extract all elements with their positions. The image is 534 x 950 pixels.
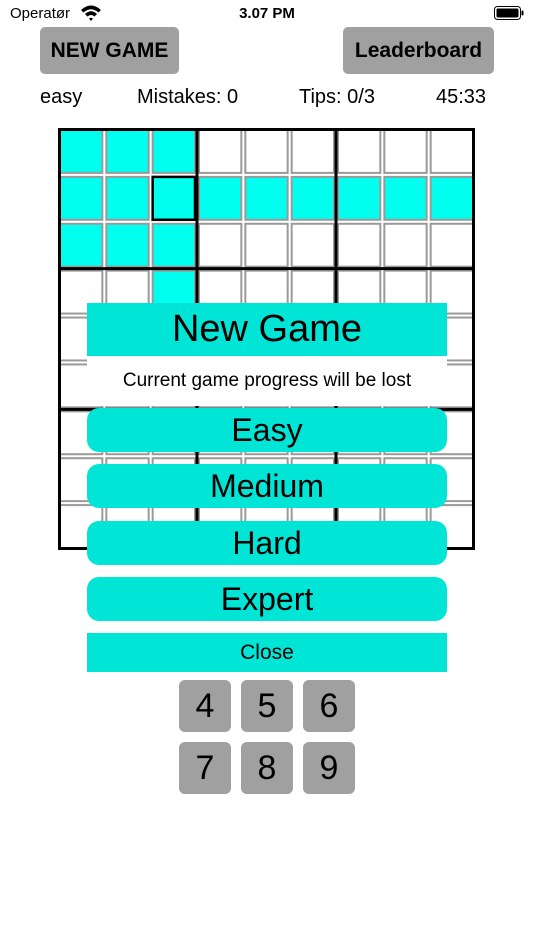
- board-cell-r0-c3[interactable]: [198, 129, 243, 174]
- board-cell-r1-c8[interactable]: [429, 175, 474, 221]
- hard-button[interactable]: Hard: [87, 521, 447, 565]
- mistakes-counter: Mistakes: 0: [137, 86, 239, 108]
- keypad-key-9[interactable]: 9: [303, 742, 355, 794]
- tips-counter: Tips: 0/3: [299, 86, 375, 108]
- board-cell-r0-c0[interactable]: [59, 129, 104, 174]
- battery-icon: [494, 6, 524, 20]
- leaderboard-button[interactable]: Leaderboard: [343, 27, 494, 74]
- board-cell-r1-c0[interactable]: [59, 175, 104, 221]
- board-cell-r0-c5[interactable]: [290, 129, 336, 174]
- new-game-button[interactable]: NEW GAME: [40, 27, 179, 74]
- board-cell-r1-c3[interactable]: [198, 175, 243, 221]
- board-cell-r1-c1[interactable]: [105, 175, 150, 221]
- board-cell-r1-c7[interactable]: [383, 175, 428, 221]
- board-cell-r0-c6[interactable]: [337, 129, 382, 174]
- board-cell-r2-c6[interactable]: [337, 222, 382, 268]
- close-button[interactable]: Close: [87, 633, 447, 672]
- board-cell-r1-c2[interactable]: [151, 175, 197, 222]
- board-cell-r1-c4[interactable]: [244, 175, 289, 221]
- board-cell-r0-c4[interactable]: [244, 129, 289, 174]
- board-cell-r2-c0[interactable]: [59, 222, 104, 268]
- keypad-key-5[interactable]: 5: [241, 680, 293, 732]
- board-cell-r0-c7[interactable]: [383, 129, 428, 174]
- status-time: 3.07 PM: [239, 5, 295, 22]
- game-timer: 45:33: [436, 86, 487, 108]
- expert-button[interactable]: Expert: [87, 577, 447, 621]
- board-cell-r0-c8[interactable]: [429, 129, 474, 174]
- board-cell-r2-c8[interactable]: [429, 222, 474, 268]
- status-bar: Operatør 3.07 PM: [0, 0, 534, 30]
- keypad-key-8[interactable]: 8: [241, 742, 293, 794]
- board-cell-r1-c6[interactable]: [337, 175, 382, 221]
- easy-button[interactable]: Easy: [87, 408, 447, 452]
- dialog-title: New Game: [87, 303, 447, 356]
- board-cell-r2-c1[interactable]: [105, 222, 150, 268]
- board-cell-r0-c2[interactable]: [151, 129, 196, 174]
- difficulty-label: easy: [40, 86, 83, 108]
- board-cell-r2-c3[interactable]: [198, 222, 243, 268]
- board-cell-r0-c1[interactable]: [105, 129, 150, 174]
- board-cell-r2-c2[interactable]: [151, 222, 196, 268]
- keypad-key-6[interactable]: 6: [303, 680, 355, 732]
- board-cell-r2-c4[interactable]: [244, 222, 289, 268]
- board-cell-r1-c5[interactable]: [290, 175, 336, 221]
- board-cell-r2-c5[interactable]: [290, 222, 336, 268]
- board-cell-r2-c7[interactable]: [383, 222, 428, 268]
- keypad-key-7[interactable]: 7: [179, 742, 231, 794]
- dialog-subtitle: Current game progress will be lost: [87, 356, 447, 406]
- medium-button[interactable]: Medium: [87, 464, 447, 508]
- keypad-key-4[interactable]: 4: [179, 680, 231, 732]
